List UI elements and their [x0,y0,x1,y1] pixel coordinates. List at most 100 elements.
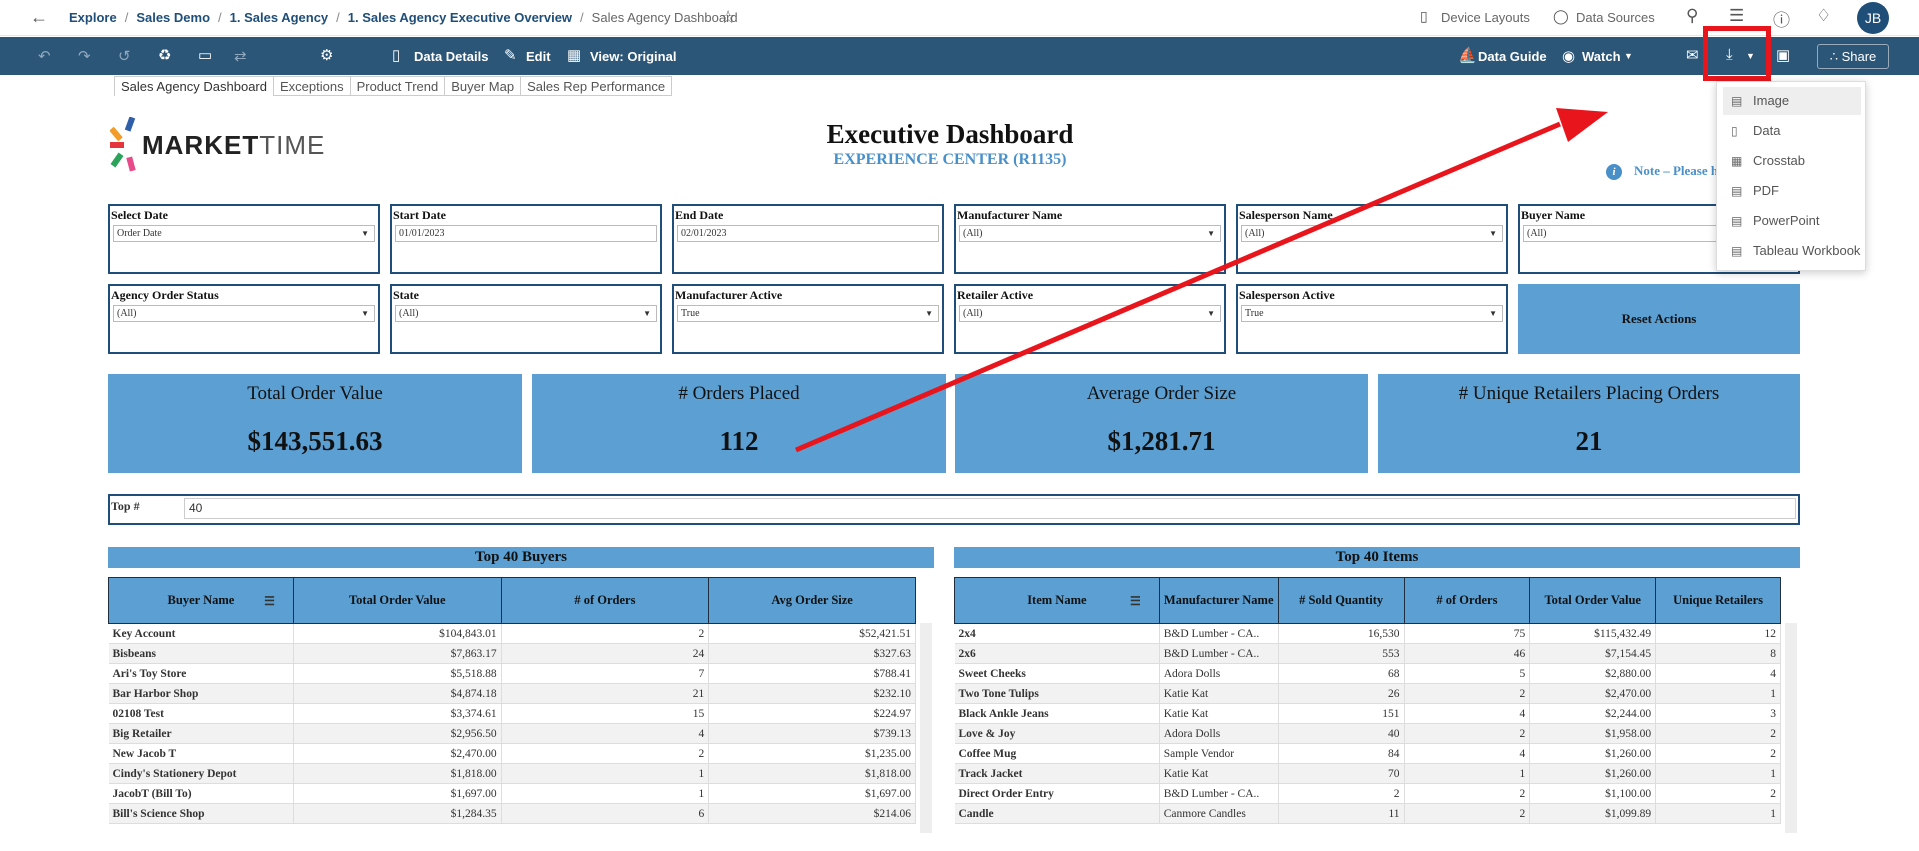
tab-buyer-map[interactable]: Buyer Map [444,76,522,96]
reset-actions-button[interactable]: Reset Actions [1518,284,1800,354]
help-icon[interactable]: ⓘ [1773,6,1790,31]
table-row[interactable]: 02108 Test $3,374.61 15 $224.97 [108,703,916,724]
column-header[interactable]: # of Orders [1403,577,1531,624]
favorite-star-icon[interactable]: ☆ [720,7,736,28]
metrics-icon[interactable]: ⚙ [320,46,333,64]
notes-icon[interactable]: ☰ [1729,6,1744,26]
tab-sales-agency-dashboard[interactable]: Sales Agency Dashboard [114,76,274,96]
column-header[interactable]: Total Order Value [292,577,502,624]
avatar[interactable]: JB [1857,2,1889,34]
download-menu-item-tableau-workbook[interactable]: ▤ Tableau Workbook [1723,237,1861,265]
table-cell: 12 [1655,623,1781,644]
table-row[interactable]: Track Jacket Katie Kat 70 1 $1,260.00 1 [954,763,1781,784]
tableau-workbook-icon: ▤ [1731,244,1743,258]
manufacturer-active-dropdown[interactable]: True ▼ [677,305,939,322]
table-row[interactable]: Cindy's Stationery Depot $1,818.00 1 $1,818… [108,763,916,784]
table-row[interactable]: Sweet Cheeks Adora Dolls 68 5 $2,880.00 4 [954,663,1781,684]
table-row[interactable]: Ari's Toy Store $5,518.88 7 $788.41 [108,663,916,684]
data-sources-link[interactable]: Data Sources [1576,10,1655,25]
share-button[interactable]: ∴ Share [1817,44,1889,69]
info-icon[interactable]: i [1606,164,1622,180]
watch-button[interactable]: Watch [1582,49,1621,64]
items-scrollbar[interactable] [1785,623,1797,833]
comments-icon[interactable]: ✉ [1686,46,1699,64]
table-cell: 553 [1278,643,1405,664]
refresh-data-icon[interactable]: ♻ [158,46,171,64]
search-icon[interactable]: ⚲ [1686,6,1698,26]
pause-updates-icon[interactable]: ▭ [198,46,212,64]
salesperson-active-dropdown[interactable]: True ▼ [1241,305,1503,322]
filter-value: (All) [399,308,419,319]
table-row[interactable]: Bisbeans $7,863.17 24 $327.63 [108,643,916,664]
data-guide-button[interactable]: Data Guide [1478,49,1547,64]
sort-icon[interactable]: ☰ [1130,594,1141,609]
download-menu-item-image[interactable]: ▤ Image [1723,87,1861,115]
state-dropdown[interactable]: (All) ▼ [395,305,657,322]
sort-icon[interactable]: ☰ [264,594,275,609]
salesperson-name-dropdown[interactable]: (All) ▼ [1241,225,1503,242]
start-date-input[interactable]: 01/01/2023 [395,225,657,242]
table-cell: 2 [1404,783,1531,804]
breadcrumb-explore[interactable]: Explore [69,10,117,25]
filter-label: Manufacturer Name [957,208,1063,222]
table-row[interactable]: Love & Joy Adora Dolls 40 2 $1,958.00 2 [954,723,1781,744]
revert-icon[interactable]: ↺ [118,47,131,65]
device-layouts-link[interactable]: Device Layouts [1441,10,1530,25]
kpi-unique-retailers: # Unique Retailers Placing Orders 21 [1378,374,1800,473]
column-header[interactable]: # Sold Quantity [1277,577,1405,624]
fullscreen-icon[interactable]: ▣ [1776,46,1790,64]
table-row[interactable]: Candle Canmore Candles 11 2 $1,099.89 1 [954,803,1781,824]
edit-button[interactable]: Edit [526,49,551,64]
download-menu-item-data[interactable]: ▯ Data [1723,117,1861,145]
download-menu-item-crosstab[interactable]: ▦ Crosstab [1723,147,1861,175]
data-details-button[interactable]: Data Details [414,49,488,64]
table-row[interactable]: Bar Harbor Shop $4,874.18 21 $232.10 [108,683,916,704]
agency-order-status-dropdown[interactable]: (All) ▼ [113,305,375,322]
column-header[interactable]: Buyer Name ☰ [108,577,294,624]
top-n-input[interactable]: 40 [184,498,1796,519]
view-original-button[interactable]: View: Original [590,49,676,64]
breadcrumb-executive-overview[interactable]: 1. Sales Agency Executive Overview [348,10,572,25]
table-row[interactable]: Big Retailer $2,956.50 4 $739.13 [108,723,916,744]
column-header[interactable]: Manufacturer Name [1158,577,1279,624]
table-row[interactable]: Black Ankle Jeans Katie Kat 151 4 $2,244.00 3 [954,703,1781,724]
device-icon: ▯ [1420,8,1428,24]
column-header[interactable]: Avg Order Size [708,577,916,624]
select-date-dropdown[interactable]: Order Date ▼ [113,225,375,242]
download-menu-item-pdf[interactable]: ▤ PDF [1723,177,1861,205]
table-row[interactable]: New Jacob T $2,470.00 2 $1,235.00 [108,743,916,764]
table-row[interactable]: Coffee Mug Sample Vendor 84 4 $1,260.00 2 [954,743,1781,764]
breadcrumb-sales-demo[interactable]: Sales Demo [136,10,210,25]
table-row[interactable]: Bill's Science Shop $1,284.35 6 $214.06 [108,803,916,824]
column-header[interactable]: Total Order Value [1529,577,1657,624]
column-header[interactable]: Unique Retailers [1655,577,1781,624]
table-row[interactable]: JacobT (Bill To) $1,697.00 1 $1,697.00 [108,783,916,804]
table-row[interactable]: Two Tone Tulips Katie Kat 26 2 $2,470.00 1 [954,683,1781,704]
download-highlight-box [1703,26,1771,81]
table-cell: $1,235.00 [708,743,916,764]
end-date-input[interactable]: 02/01/2023 [677,225,939,242]
manufacturer-name-dropdown[interactable]: (All) ▼ [959,225,1221,242]
table-row[interactable]: Key Account $104,843.01 2 $52,421.51 [108,623,916,644]
filter-label: Buyer Name [1521,208,1586,222]
tab-sales-rep-performance[interactable]: Sales Rep Performance [520,76,673,96]
undo-icon[interactable]: ↶ [38,47,51,65]
buyers-scrollbar[interactable] [920,623,932,833]
column-header[interactable]: Item Name ☰ [954,577,1160,624]
redo-icon[interactable]: ↷ [78,47,91,65]
tab-product-trend[interactable]: Product Trend [349,76,446,96]
download-menu-item-powerpoint[interactable]: ▤ PowerPoint [1723,207,1861,235]
table-row[interactable]: Direct Order Entry B&D Lumber - CA.. 2 2 $1,… [954,783,1781,804]
table-row[interactable]: 2x4 B&D Lumber - CA.. 16,530 75 $115,432.49 1… [954,623,1781,644]
table-cell: 151 [1278,703,1405,724]
notifications-bell-icon[interactable]: ♢ [1816,6,1831,26]
table-row[interactable]: 2x6 B&D Lumber - CA.. 553 46 $7,154.45 8 [954,643,1781,664]
filter-agency-order-status: Agency Order Status (All) ▼ [108,284,380,354]
retailer-active-dropdown[interactable]: (All) ▼ [959,305,1221,322]
column-header[interactable]: # of Orders [500,577,710,624]
back-arrow-icon[interactable]: ← [30,7,48,28]
breadcrumb-sales-agency[interactable]: 1. Sales Agency [230,10,329,25]
table-cell: 46 [1404,643,1531,664]
swap-icon[interactable]: ⇄ [234,47,247,65]
tab-exceptions[interactable]: Exceptions [272,76,351,96]
